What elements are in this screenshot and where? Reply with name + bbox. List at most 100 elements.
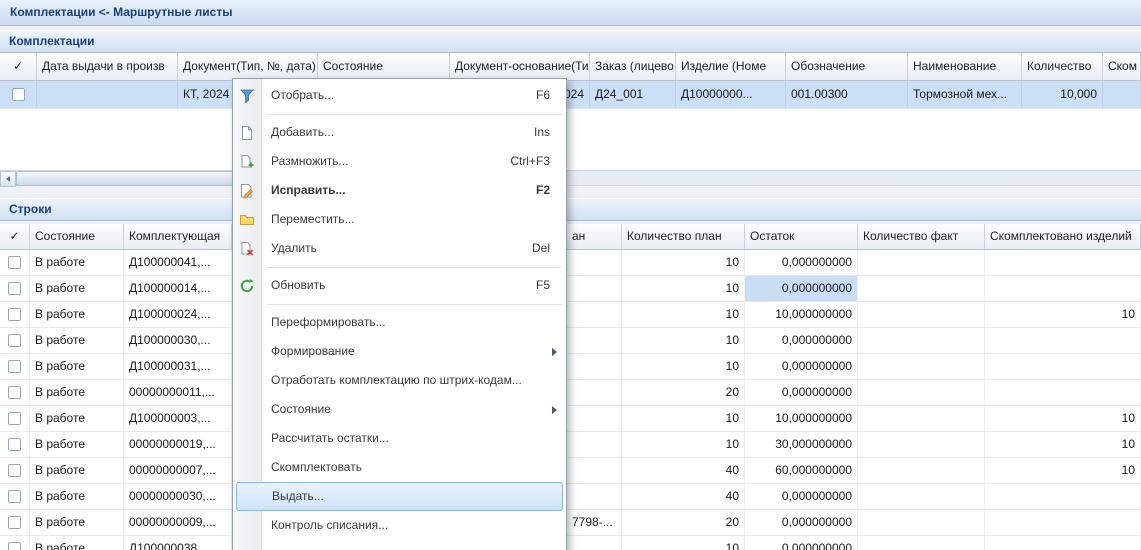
- cell-product[interactable]: Д10000000...: [676, 81, 786, 108]
- check-column-header[interactable]: ✓: [0, 53, 37, 81]
- cell-qty-plan[interactable]: 10: [622, 302, 745, 327]
- menu-item-razmnozhit[interactable]: Размножить... Ctrl+F3: [233, 147, 566, 176]
- cell-order[interactable]: Д24_001: [590, 81, 676, 108]
- cell-assembled[interactable]: [985, 328, 1141, 353]
- cell-assembled[interactable]: [985, 484, 1141, 509]
- cell-qty-plan[interactable]: 10: [622, 354, 745, 379]
- check-column-header[interactable]: ✓: [0, 224, 30, 250]
- column-header-designation[interactable]: Обозначение: [786, 53, 908, 81]
- row-checkbox-cell[interactable]: [0, 302, 30, 327]
- cell-qty-fact[interactable]: [858, 250, 985, 275]
- column-header-hidden-tail[interactable]: ан: [567, 224, 622, 250]
- table-row[interactable]: В работе 00000000030,... 40 0,000000000: [0, 484, 1141, 510]
- cell-state[interactable]: В работе: [30, 458, 124, 483]
- cell-hidden-tail[interactable]: [567, 354, 622, 379]
- cell-designation[interactable]: 001.00300: [786, 81, 908, 108]
- cell-state[interactable]: В работе: [30, 510, 124, 535]
- cell-qty-plan[interactable]: 20: [622, 510, 745, 535]
- cell-component[interactable]: 00000000011,...: [124, 380, 232, 405]
- cell-remainder[interactable]: 0,000000000: [745, 276, 858, 301]
- cell-state[interactable]: В работе: [30, 328, 124, 353]
- row-checkbox-cell[interactable]: [0, 276, 30, 301]
- row-checkbox[interactable]: [8, 412, 21, 425]
- cell-component[interactable]: Д100000031,...: [124, 354, 232, 379]
- column-header-assembled[interactable]: Ском: [1103, 53, 1141, 81]
- column-header-assembled[interactable]: Скомплектовано изделий: [985, 224, 1141, 250]
- cell-component[interactable]: Д100000030,...: [124, 328, 232, 353]
- row-checkbox[interactable]: [8, 360, 21, 373]
- cell-qty-plan[interactable]: 40: [622, 458, 745, 483]
- cell-assembled[interactable]: 10: [985, 406, 1141, 431]
- cell-hidden-tail[interactable]: [567, 328, 622, 353]
- row-checkbox-cell[interactable]: [0, 458, 30, 483]
- cell-state[interactable]: В работе: [30, 276, 124, 301]
- menu-item-ispravit[interactable]: Исправить... F2: [233, 176, 566, 205]
- cell-remainder[interactable]: 0,000000000: [745, 328, 858, 353]
- cell-qty-fact[interactable]: [858, 536, 985, 550]
- cell-assembled[interactable]: [985, 276, 1141, 301]
- cell-remainder[interactable]: 0,000000000: [745, 250, 858, 275]
- table-row[interactable]: В работе Д100000031,... 10 0,000000000: [0, 354, 1141, 380]
- row-checkbox-cell[interactable]: [0, 432, 30, 457]
- cell-state[interactable]: В работе: [30, 484, 124, 509]
- column-header-quantity[interactable]: Количество: [1022, 53, 1103, 81]
- cell-hidden-tail[interactable]: [567, 432, 622, 457]
- menu-item-obnovit[interactable]: Обновить F5: [233, 271, 566, 300]
- row-checkbox-cell[interactable]: [0, 380, 30, 405]
- cell-assembled[interactable]: [985, 354, 1141, 379]
- cell-qty-fact[interactable]: [858, 406, 985, 431]
- cell-state[interactable]: В работе: [30, 432, 124, 457]
- cell-remainder[interactable]: 0,000000000: [745, 536, 858, 550]
- table-row[interactable]: В работе 00000000009,... 7798-... 20 0,0…: [0, 510, 1141, 536]
- menu-item-otobrat[interactable]: Отобрать... F6: [233, 81, 566, 110]
- cell-assembled[interactable]: 10: [985, 458, 1141, 483]
- cell-remainder[interactable]: 10,000000000: [745, 302, 858, 327]
- row-checkbox[interactable]: [8, 464, 21, 477]
- cell-state[interactable]: В работе: [30, 406, 124, 431]
- cell-qty-fact[interactable]: [858, 432, 985, 457]
- row-checkbox[interactable]: [8, 256, 21, 269]
- cell-qty-plan[interactable]: 10: [622, 432, 745, 457]
- cell-component[interactable]: 00000000009,...: [124, 510, 232, 535]
- cell-component[interactable]: 00000000007,...: [124, 458, 232, 483]
- cell-state[interactable]: В работе: [30, 302, 124, 327]
- cell-name[interactable]: Тормозной мех...: [908, 81, 1022, 108]
- row-checkbox[interactable]: [8, 516, 21, 529]
- column-header-product[interactable]: Изделие (Номе: [676, 53, 786, 81]
- table-row[interactable]: В работе 00000000019,... 10 30,000000000…: [0, 432, 1141, 458]
- cell-assembled[interactable]: [985, 380, 1141, 405]
- cell-component[interactable]: Д100000041,...: [124, 250, 232, 275]
- cell-assembled[interactable]: [985, 536, 1141, 550]
- column-header-state[interactable]: Состояние: [318, 53, 450, 81]
- row-checkbox[interactable]: [8, 542, 21, 550]
- cell-qty-plan[interactable]: 10: [622, 328, 745, 353]
- cell-assembled[interactable]: [985, 510, 1141, 535]
- table-row[interactable]: В работе Д100000014,... 10 0,000000000: [0, 276, 1141, 302]
- cell-qty-fact[interactable]: [858, 458, 985, 483]
- column-header-date-issued[interactable]: Дата выдачи в произв: [37, 53, 178, 81]
- row-checkbox-cell[interactable]: [0, 406, 30, 431]
- cell-qty-plan[interactable]: 10: [622, 406, 745, 431]
- cell-hidden-tail[interactable]: [567, 484, 622, 509]
- cell-qty-plan[interactable]: 10: [622, 536, 745, 550]
- cell-qty-plan[interactable]: 10: [622, 250, 745, 275]
- menu-item-dobavit[interactable]: Добавить... Ins: [233, 118, 566, 147]
- table-row[interactable]: В работе 00000000011,... 20 0,000000000: [0, 380, 1141, 406]
- cell-remainder[interactable]: 0,000000000: [745, 380, 858, 405]
- cell-hidden-tail[interactable]: 7798-...: [567, 510, 622, 535]
- cell-component[interactable]: Д100000038,...: [124, 536, 232, 550]
- cell-remainder[interactable]: 0,000000000: [745, 484, 858, 509]
- cell-state[interactable]: В работе: [30, 536, 124, 550]
- menu-item-kontrol-spisaniya[interactable]: Контроль списания...: [233, 511, 566, 540]
- cell-state[interactable]: В работе: [30, 250, 124, 275]
- column-header-qty-plan[interactable]: Количество план: [622, 224, 745, 250]
- column-header-remainder[interactable]: Остаток: [745, 224, 858, 250]
- cell-quantity[interactable]: 10,000: [1022, 81, 1103, 108]
- cell-qty-plan[interactable]: 10: [622, 276, 745, 301]
- cell-hidden-tail[interactable]: [567, 380, 622, 405]
- column-header-state[interactable]: Состояние: [30, 224, 124, 250]
- column-header-qty-fact[interactable]: Количество факт: [858, 224, 985, 250]
- cell-component[interactable]: Д100000024,...: [124, 302, 232, 327]
- cell-qty-fact[interactable]: [858, 276, 985, 301]
- menu-item-sostoyanie[interactable]: Состояние: [233, 395, 566, 424]
